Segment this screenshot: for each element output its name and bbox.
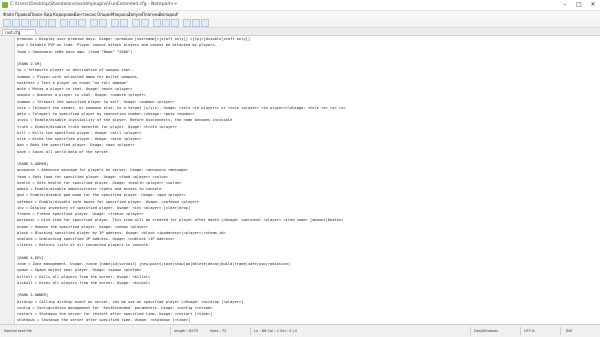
- status-eol: Dos\Windows: [474, 329, 499, 333]
- editor-line: freeze = Freeze specified player. Usage:…: [17, 212, 144, 216]
- editor-line: kick = Kicks the specified player. Usage…: [17, 137, 142, 141]
- editor-line: shutdown = Shutdown the server after spe…: [17, 318, 191, 323]
- close-button[interactable]: ✕: [586, 0, 600, 10]
- tab-bar: rust.cfg: [0, 28, 600, 36]
- editor-line: config = Configuration management for 'R…: [17, 305, 213, 310]
- word-wrap-icon[interactable]: [153, 19, 161, 27]
- editor-line: [RANK 2.GM]: [17, 62, 42, 66]
- editor-line: truth = Enable/disable truth detector fo…: [17, 124, 177, 129]
- text-editor[interactable]: premium = Display user premium days. Usa…: [15, 36, 600, 324]
- menu-plugins[interactable]: Плагины: [142, 11, 161, 18]
- menu-file[interactable]: Файл: [3, 11, 14, 18]
- toolbar: [0, 18, 600, 28]
- redo-icon[interactable]: [99, 19, 107, 27]
- editor-line: [RANK 5.OWNER]: [17, 293, 49, 298]
- status-bar: Normal text file length : 8275 lines : 7…: [0, 324, 600, 337]
- editor-line: clients = Returns lists of all connected…: [17, 243, 151, 248]
- editor-line: [RANK 3.ADMIN]: [17, 162, 49, 166]
- status-lines: lines : 72: [210, 329, 227, 333]
- editor-line: restart = Shutdown the server for restar…: [17, 312, 213, 316]
- editor-line: kickall = Kicks all players from the ser…: [17, 280, 151, 285]
- title-bar: C:\Users\Desktop\Standalone\oxide\plugin…: [0, 0, 600, 11]
- status-length: length : 8275: [174, 329, 199, 333]
- replace-icon[interactable]: [120, 19, 128, 27]
- zoom-in-icon[interactable]: [132, 19, 140, 27]
- menu-syntax[interactable]: Синтаксис: [74, 11, 96, 18]
- paste-icon[interactable]: [78, 19, 86, 27]
- open-file-icon[interactable]: [12, 19, 20, 27]
- editor-line: hackfest = Test a player on cheat "no fa…: [17, 80, 129, 85]
- editor-line: ban = Bans the specified player. Usage: …: [17, 143, 135, 148]
- editor-line: unblock = Unblocking specified IP addres…: [17, 237, 175, 241]
- editor-line: spawn = Spawn object near player. Usage:…: [17, 268, 142, 273]
- editor-line: tp = Teleports player in destination of …: [17, 68, 133, 73]
- maximize-button[interactable]: □: [572, 0, 586, 10]
- menu-bar: Файл Правка Поиск Вид Кодировки Синтакси…: [0, 11, 600, 18]
- editor-line: goto = Teleport to specified player by c…: [17, 112, 195, 116]
- find-icon[interactable]: [111, 19, 119, 27]
- menu-run[interactable]: Запуск: [128, 11, 143, 18]
- menu-encoding[interactable]: Кодировки: [53, 11, 76, 18]
- zoom-out-icon[interactable]: [141, 19, 149, 27]
- status-insert-mode: INS: [566, 329, 573, 333]
- menu-help[interactable]: ?: [176, 11, 178, 18]
- play-macro-icon[interactable]: [201, 19, 209, 27]
- editor-line: announce = Announce message for players …: [17, 168, 188, 173]
- editor-line: save = Saves all world data of the serve…: [17, 149, 111, 154]
- editor-line: safebox = Enable/disable safe boxes for …: [17, 199, 200, 204]
- print-icon[interactable]: [48, 19, 56, 27]
- editor-line: [RANK 4.DEV]: [17, 255, 44, 260]
- editor-line: mute = Mutes a player in chat. Usage: <m…: [17, 87, 133, 91]
- cut-icon[interactable]: [60, 19, 68, 27]
- line-number-gutter: [0, 36, 15, 324]
- menu-view[interactable]: Вид: [44, 11, 52, 18]
- status-file-type: Normal text file: [4, 329, 32, 333]
- notepadpp-icon: [2, 2, 8, 8]
- save-icon[interactable]: [21, 19, 29, 27]
- editor-line: kill = Kills the specified player. Usage…: [17, 130, 142, 135]
- menu-macros[interactable]: Макросы: [111, 11, 130, 18]
- editor-line: zone = Zone management. Usage: <zone [na…: [17, 262, 291, 266]
- menu-options[interactable]: Опции: [97, 11, 111, 18]
- status-position: Ln : 66 Col : 1 Sel : 0 | 0: [254, 329, 298, 333]
- notepad-window: C:\Users\Desktop\Standalone\oxide\plugin…: [0, 0, 600, 337]
- stop-macro-icon[interactable]: [192, 19, 200, 27]
- minimize-button[interactable]: –: [558, 0, 572, 10]
- editor-line: block = Blocking specified player by IP …: [17, 230, 226, 235]
- editor-line: food = Заполнить себе весь еды. (food "N…: [17, 49, 133, 54]
- editor-line: inv = Display inventory of specified pla…: [17, 205, 191, 210]
- editor-line: food = Sets food for specified player. U…: [17, 174, 168, 179]
- editor-line: summon = Teleport the specified player t…: [17, 99, 175, 104]
- editor-line: tele = Teleport the sender, or someone e…: [17, 105, 346, 110]
- editor-line: personal = Give item for specified playe…: [17, 218, 344, 223]
- editor-line: premium = Display user premium days. Usa…: [17, 37, 251, 41]
- editor-line: summon = Player with unlimited ammo for …: [17, 74, 140, 79]
- close-file-icon[interactable]: [39, 19, 47, 27]
- menu-edit[interactable]: Правка: [15, 11, 30, 18]
- editor-line: admin = Enable/disable administrator rig…: [17, 187, 164, 191]
- editor-line: airdrop = Calling airdrop event on serve…: [17, 299, 244, 304]
- record-macro-icon[interactable]: [183, 19, 191, 27]
- save-all-icon[interactable]: [30, 19, 38, 27]
- show-all-chars-icon[interactable]: [162, 19, 170, 27]
- editor-line: health = Sets health for specified playe…: [17, 180, 182, 185]
- new-file-icon[interactable]: [3, 19, 11, 27]
- status-encoding: UTF-8: [524, 329, 535, 333]
- menu-search[interactable]: Поиск: [30, 11, 43, 18]
- tab-rust-cfg[interactable]: rust.cfg: [2, 29, 36, 35]
- window-title: C:\Users\Desktop\Standalone\oxide\plugin…: [10, 2, 178, 7]
- editor-line: unban = Unbans the specified player. Usa…: [17, 224, 148, 229]
- undo-icon[interactable]: [90, 19, 98, 27]
- menu-tabs[interactable]: Вкладки: [159, 11, 177, 18]
- copy-icon[interactable]: [69, 19, 77, 27]
- editor-line: god = Enable/disable god mode for the sp…: [17, 193, 186, 198]
- editor-line: unmute = Unmutes a player in chat. Usage…: [17, 93, 146, 98]
- editor-line: killall = Kills all players from the ser…: [17, 274, 151, 279]
- indent-guide-icon[interactable]: [171, 19, 179, 27]
- editor-line: invis = Enable/disable invisibility of t…: [17, 118, 233, 123]
- editor-line: pvp = Disable PVP on time. Player cannot…: [17, 43, 217, 48]
